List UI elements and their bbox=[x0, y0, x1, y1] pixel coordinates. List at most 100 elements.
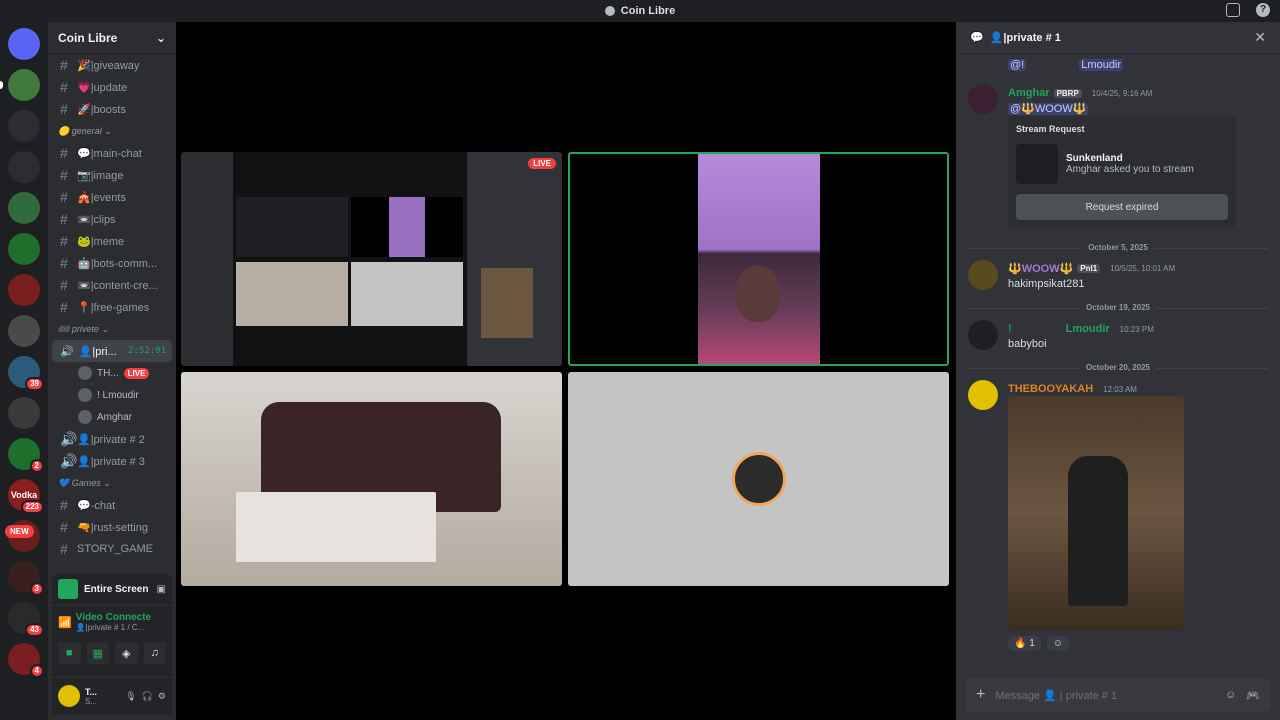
add-reaction-icon[interactable]: ☺ bbox=[1046, 636, 1070, 651]
message-author-name[interactable]: Lmoudir bbox=[1066, 323, 1110, 335]
channel-category[interactable]: 🎟 privete ⌄ bbox=[48, 318, 176, 340]
channel-label: 💬|main-chat bbox=[77, 147, 142, 160]
unread-badge: 223 bbox=[20, 500, 44, 514]
chevron-down-icon: ⌄ bbox=[155, 30, 166, 45]
avatar[interactable] bbox=[968, 84, 998, 114]
message-author[interactable]: ! bbox=[1008, 323, 1012, 335]
text-channel[interactable]: # 📷|image bbox=[48, 164, 176, 186]
server-3-icon[interactable] bbox=[8, 151, 40, 183]
message-author[interactable]: 🔱WOOW🔱 bbox=[1008, 262, 1073, 275]
reactions: 🔥 1 ☺ bbox=[1008, 636, 1070, 651]
stream-request-title: Stream Request bbox=[1016, 124, 1085, 134]
hash-icon: # bbox=[60, 277, 68, 293]
channel-category[interactable]: 🟡 general ⌄ bbox=[48, 120, 176, 142]
channel-label: 💬-chat bbox=[77, 499, 116, 512]
mention[interactable]: @🔱WOOW🔱 bbox=[1008, 103, 1089, 115]
message-author[interactable]: THEBOOYAKAH bbox=[1008, 383, 1093, 395]
camera-button[interactable]: ■ bbox=[58, 642, 81, 664]
mention[interactable]: @! bbox=[1008, 59, 1027, 71]
headphones-icon[interactable]: 🎧 bbox=[142, 691, 153, 702]
server-5-icon[interactable] bbox=[8, 233, 40, 265]
speaker-icon: 🔊 bbox=[60, 430, 78, 447]
text-channel[interactable]: # 🎉|giveaway bbox=[48, 54, 176, 76]
server-9-icon[interactable] bbox=[8, 397, 40, 429]
help-icon[interactable]: ? bbox=[1256, 3, 1270, 17]
camera-tile-speaking[interactable] bbox=[568, 152, 949, 366]
text-channel[interactable]: # 📍|free-games bbox=[48, 296, 176, 318]
stop-stream-icon[interactable]: ▣ bbox=[157, 584, 166, 595]
server-14-icon[interactable]: 43 bbox=[8, 602, 44, 637]
screen-share-button[interactable]: ▦ bbox=[86, 642, 109, 664]
reaction-fire[interactable]: 🔥 1 bbox=[1008, 636, 1041, 651]
text-channel[interactable]: # 💬|main-chat bbox=[48, 142, 176, 164]
text-channel[interactable]: # 🤖|bots-comm... bbox=[48, 252, 176, 274]
inbox-icon[interactable] bbox=[1226, 3, 1240, 17]
new-servers-pill[interactable]: NEW bbox=[5, 525, 34, 538]
game-name: Sunkenland bbox=[1066, 153, 1123, 164]
voice-user[interactable]: ! Lmoudir bbox=[48, 384, 176, 406]
server-2-icon[interactable] bbox=[8, 110, 40, 142]
message: THEBOOYAKAH 12:03 AM bbox=[968, 380, 1268, 410]
channel-label: STORY_GAME bbox=[77, 543, 154, 555]
channel-label: 🎪|events bbox=[77, 191, 126, 204]
message-composer[interactable]: + Message 👤 | private # 1 ☺ 🎮 bbox=[966, 678, 1270, 712]
avatar[interactable] bbox=[58, 685, 80, 707]
text-channel[interactable]: # 🐸|meme bbox=[48, 230, 176, 252]
message-text: babyboi bbox=[1008, 338, 1047, 350]
avatar bbox=[78, 366, 92, 380]
voice-channel-active[interactable]: 🔊 👤|pri... 2:52:01 bbox=[52, 340, 172, 362]
server-11-icon[interactable]: Vodka 223 bbox=[8, 479, 44, 514]
close-icon[interactable]: ✕ bbox=[1254, 29, 1266, 46]
avatar bbox=[78, 388, 92, 402]
server-7-icon[interactable] bbox=[8, 315, 40, 347]
voice-user[interactable]: TH... LIVE bbox=[48, 362, 176, 384]
voice-user[interactable]: Amghar bbox=[48, 406, 176, 428]
soundboard-button[interactable]: ♫ bbox=[143, 642, 166, 664]
stream-panel[interactable]: Entire Screen ▣ bbox=[52, 574, 172, 604]
unread-badge: 4 bbox=[29, 664, 44, 678]
text-channel[interactable]: # 🎪|events bbox=[48, 186, 176, 208]
mention[interactable]: Lmoudir bbox=[1079, 59, 1124, 71]
text-channel[interactable]: # 📼|content-cre... bbox=[48, 274, 176, 296]
image-attachment[interactable] bbox=[1008, 396, 1184, 630]
server-1-icon[interactable] bbox=[0, 69, 40, 101]
text-channel[interactable]: # STORY_GAME bbox=[48, 538, 176, 560]
stream-request-subtitle: Amghar asked you to stream bbox=[1066, 164, 1194, 175]
request-expired-button[interactable]: Request expired bbox=[1016, 194, 1228, 220]
voice-connected-subtitle[interactable]: 👤|private # 1 / C... bbox=[76, 623, 151, 632]
text-channel[interactable]: # 🚀|boosts bbox=[48, 98, 176, 120]
server-15-icon[interactable]: 4 bbox=[8, 643, 44, 678]
gamepad-icon[interactable]: 🎮 bbox=[1246, 689, 1260, 702]
participant-tile-avatar[interactable] bbox=[568, 372, 949, 586]
camera-tile-room[interactable] bbox=[181, 372, 562, 586]
avatar[interactable] bbox=[968, 380, 998, 410]
shared-screen-preview bbox=[181, 152, 562, 366]
voice-channel[interactable]: 🔊 👤|private # 2 bbox=[48, 428, 176, 450]
activity-button[interactable]: ◈ bbox=[115, 642, 138, 664]
server-10-icon[interactable]: 2 bbox=[8, 438, 44, 473]
server-8-icon[interactable]: 39 bbox=[8, 356, 44, 391]
text-channel[interactable]: # 💬-chat bbox=[48, 494, 176, 516]
settings-icon[interactable]: ⚙ bbox=[158, 691, 166, 702]
channel-category[interactable]: 💙 Games ⌄ bbox=[48, 472, 176, 494]
voice-channel[interactable]: 🔊 👤|private # 3 bbox=[48, 450, 176, 472]
message-author[interactable]: Amghar bbox=[1008, 87, 1050, 99]
plus-icon[interactable]: + bbox=[976, 686, 985, 704]
server-6-icon[interactable] bbox=[8, 274, 40, 306]
text-channel[interactable]: # 📼|clips bbox=[48, 208, 176, 230]
chat-header: 💬 👤|private # 1 ✕ bbox=[956, 22, 1280, 54]
guild-header[interactable]: Coin Libre ⌄ bbox=[48, 22, 176, 54]
server-13-icon[interactable]: 3 bbox=[8, 561, 44, 596]
text-channel[interactable]: # 🔫|rust-setting bbox=[48, 516, 176, 538]
emoji-icon[interactable]: ☺ bbox=[1225, 689, 1236, 702]
hash-icon: # bbox=[60, 101, 68, 117]
avatar[interactable] bbox=[968, 320, 998, 350]
server-4-icon[interactable] bbox=[8, 192, 40, 224]
screen-share-tile[interactable]: LIVE bbox=[181, 152, 562, 366]
microphone-icon[interactable]: 🎙 bbox=[125, 691, 136, 702]
live-badge: LIVE bbox=[123, 367, 150, 379]
voice-connected-title[interactable]: Video Connecte bbox=[76, 612, 151, 623]
discord-home-icon[interactable] bbox=[8, 28, 40, 60]
text-channel[interactable]: # 💗|update bbox=[48, 76, 176, 98]
avatar[interactable] bbox=[968, 260, 998, 290]
